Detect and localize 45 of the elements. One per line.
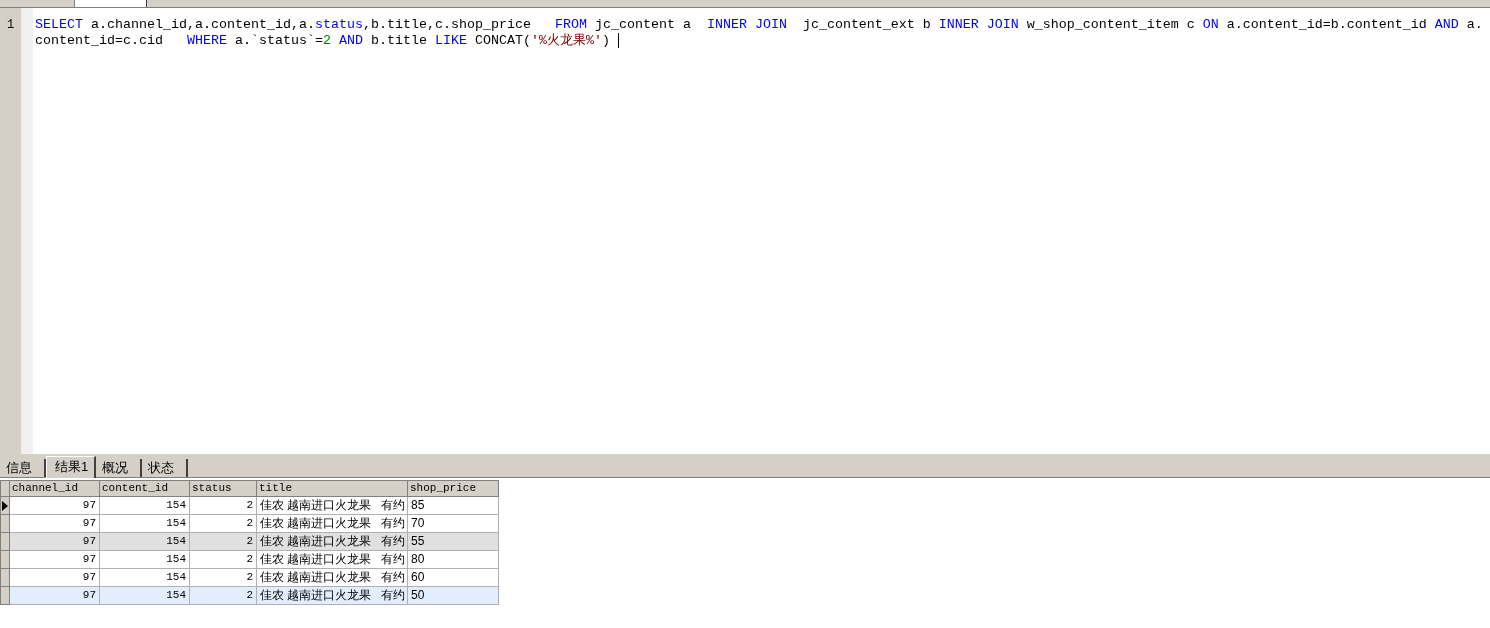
table-row[interactable]: 97 154 2 佳农 越南进口火龙果 有约 70 — [10, 515, 499, 533]
column-header[interactable]: title — [257, 480, 408, 497]
table-cell: 2 — [190, 587, 257, 605]
sql-keyword: SELECT — [35, 17, 83, 33]
sql-code: a.content_id=b.content_id — [1225, 17, 1428, 33]
sql-code: b.title — [369, 33, 428, 49]
column-header[interactable]: channel_id — [10, 480, 100, 497]
sql-keyword: INNER JOIN — [938, 17, 1019, 33]
sql-keyword: AND — [1434, 17, 1459, 33]
sql-number: 2 — [322, 33, 331, 49]
table-cell: 佳农 越南进口火龙果 有约 — [257, 587, 408, 605]
table-cell: 50 — [408, 587, 499, 605]
sql-code: ,b.title,c.shop_price — [362, 17, 532, 33]
sql-string: '%火龙果%' — [530, 33, 602, 49]
table-row[interactable]: 97 154 2 佳农 越南进口火龙果 有约 55 — [10, 533, 499, 551]
row-header — [0, 480, 10, 497]
sql-code: a. — [1465, 17, 1483, 33]
sql-code: w_shop_content_item c — [1025, 17, 1196, 33]
sql-keyword: WHERE — [186, 33, 227, 49]
result-tab[interactable]: 结果1 — [46, 456, 97, 478]
sql-code: jc_content a — [593, 17, 692, 33]
column-header[interactable]: status — [190, 480, 257, 497]
table-cell: 154 — [100, 587, 190, 605]
table-row[interactable]: 97 154 2 佳农 越南进口火龙果 有约 85 — [10, 497, 499, 515]
sql-keyword: FROM — [554, 17, 587, 33]
current-row-icon — [2, 500, 8, 511]
column-header[interactable]: shop_price — [408, 480, 499, 497]
sql-keyword: status — [314, 17, 363, 33]
line-number: 1 — [6, 17, 15, 33]
table-row[interactable]: 97 154 2 佳农 越南进口火龙果 有约 80 — [10, 551, 499, 569]
table-row[interactable]: 97 154 2 佳农 越南进口火龙果 有约 50 — [10, 587, 499, 605]
sql-code: content_id=c.cid — [35, 33, 164, 49]
sql-keyword: ON — [1202, 17, 1219, 33]
table-row[interactable]: 97 154 2 佳农 越南进口火龙果 有约 60 — [10, 569, 499, 587]
sql-code: a.`status`= — [233, 33, 323, 49]
text-cursor — [617, 33, 619, 48]
sql-keyword: INNER JOIN — [706, 17, 787, 33]
sql-code: ) — [601, 33, 610, 49]
table-cell: 97 — [10, 587, 100, 605]
sql-keyword: LIKE — [434, 33, 467, 49]
sql-code: jc_content_ext b — [801, 17, 932, 33]
column-header[interactable]: content_id — [100, 480, 190, 497]
sql-code: CONCAT( — [473, 33, 531, 49]
sql-code: a.channel_id,a.content_id,a. — [90, 17, 315, 33]
sql-keyword: AND — [337, 33, 363, 49]
